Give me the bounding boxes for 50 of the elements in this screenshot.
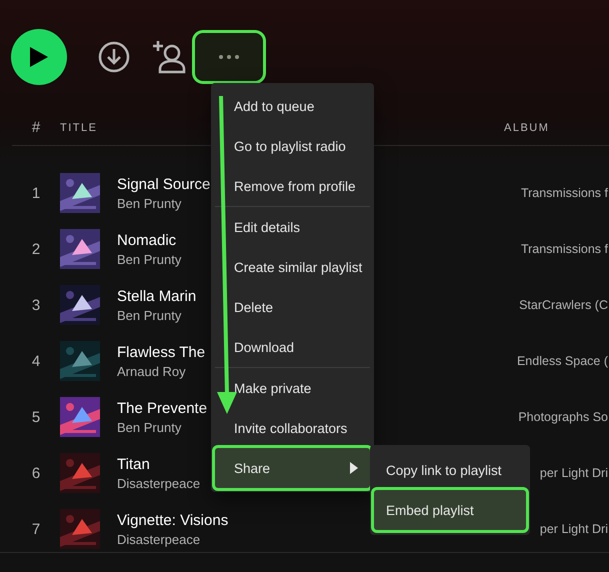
track-number: 6: [30, 464, 42, 482]
add-user-button[interactable]: [152, 40, 186, 74]
album-name[interactable]: Photographs So: [518, 410, 609, 424]
album-name[interactable]: Transmissions f: [520, 242, 609, 256]
track-title[interactable]: Titan: [117, 456, 150, 472]
column-header: #: [30, 119, 42, 136]
track-number: 2: [30, 240, 42, 258]
menu-item[interactable]: Make private: [215, 368, 370, 408]
track-title[interactable]: Stella Marin: [117, 288, 196, 304]
menu-item[interactable]: Download: [215, 327, 370, 367]
play-icon: [29, 46, 49, 68]
track-artist[interactable]: Ben Prunty: [117, 252, 182, 266]
menu-item[interactable]: Invite collaborators: [215, 408, 370, 448]
menu-item[interactable]: Go to playlist radio: [215, 126, 370, 166]
album-name[interactable]: per Light Dri: [540, 522, 609, 536]
menu-item[interactable]: Share: [215, 448, 370, 488]
track-artist[interactable]: Ben Prunty: [117, 308, 182, 322]
download-button[interactable]: [98, 41, 130, 73]
menu-item[interactable]: Create similar playlist: [215, 247, 370, 287]
menu-item[interactable]: Remove from profile: [215, 166, 370, 206]
track-artist[interactable]: Ben Prunty: [117, 420, 182, 434]
track-title[interactable]: Signal Source: [117, 176, 210, 192]
menu-item[interactable]: Embed playlist: [374, 490, 526, 530]
menu-item[interactable]: Add to queue: [215, 86, 370, 126]
track-artist[interactable]: Ben Prunty: [117, 196, 182, 210]
track-number: 1: [30, 184, 42, 202]
menu-item[interactable]: Delete: [215, 287, 370, 327]
add-user-icon: [152, 40, 186, 74]
track-number: 5: [30, 408, 42, 426]
track-title[interactable]: Vignette: Visions: [117, 512, 228, 528]
track-number: 3: [30, 296, 42, 314]
track-title[interactable]: Flawless The: [117, 344, 206, 360]
album-name[interactable]: StarCrawlers (C: [519, 298, 609, 312]
track-number: 4: [30, 352, 42, 370]
track-artist[interactable]: Disasterpeace: [117, 532, 200, 546]
download-icon: [98, 41, 130, 73]
column-header: ALBUM: [504, 122, 550, 134]
album-name[interactable]: Transmissions f: [520, 186, 609, 200]
column-header: TITLE: [60, 122, 98, 134]
track-title[interactable]: Nomadic: [117, 232, 176, 248]
album-name[interactable]: per Light Dri: [540, 466, 609, 480]
menu-item[interactable]: Edit details: [215, 207, 370, 247]
menu-item[interactable]: Copy link to playlist: [374, 450, 526, 490]
track-artist[interactable]: Arnaud Roy: [117, 364, 186, 378]
track-artist[interactable]: Disasterpeace: [117, 476, 200, 490]
more-options-button[interactable]: [195, 33, 263, 81]
track-number: 7: [30, 520, 42, 538]
more-icon: [218, 54, 240, 60]
track-title[interactable]: The Prevente: [117, 400, 208, 416]
album-name[interactable]: Endless Space (: [516, 354, 609, 368]
